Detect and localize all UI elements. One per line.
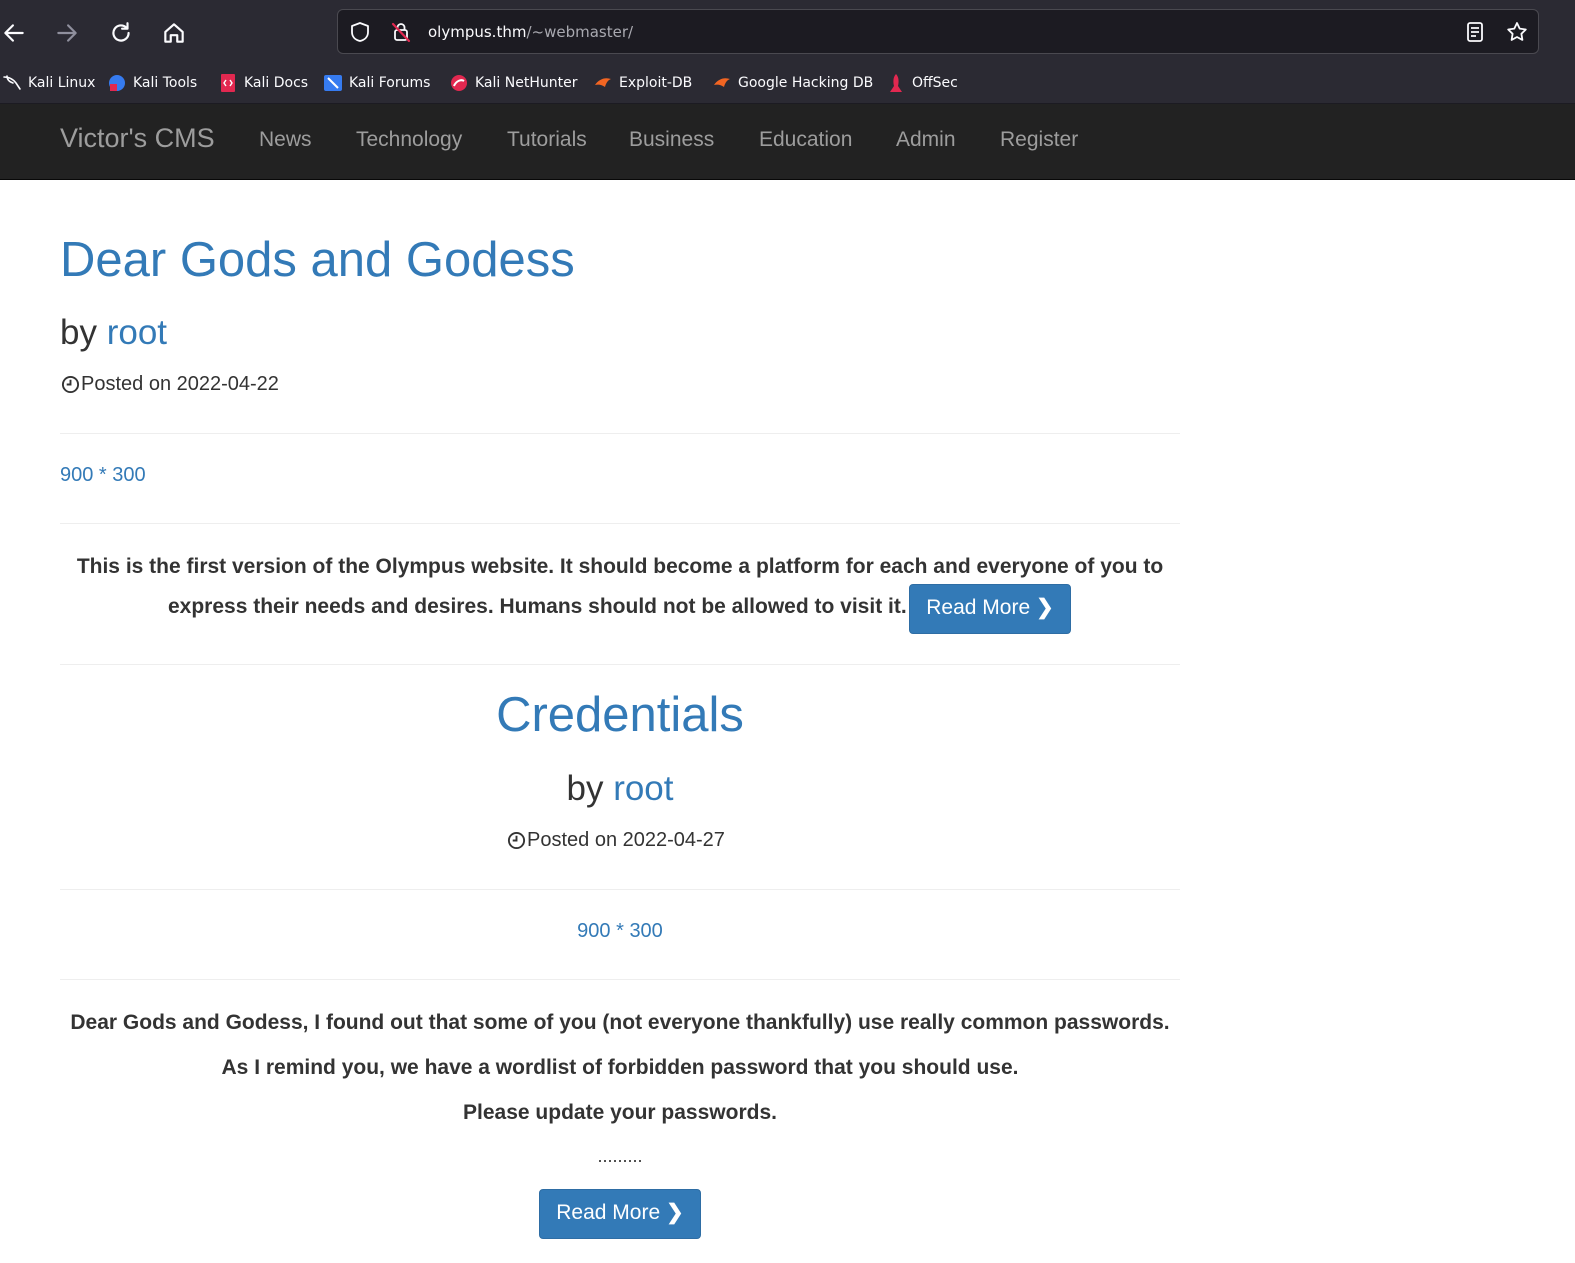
post-excerpt-line: express their needs and desires. Humans … xyxy=(168,595,907,618)
read-more-label: Read More xyxy=(926,596,1031,619)
reader-view-icon[interactable] xyxy=(1462,19,1488,45)
bookmark-kali-nethunter[interactable]: Kali NetHunter xyxy=(449,72,577,94)
forward-button[interactable] xyxy=(47,13,87,53)
kali-dragon-icon xyxy=(2,73,22,93)
by-label: by xyxy=(566,769,604,808)
reload-icon xyxy=(112,22,130,42)
post-title[interactable]: Dear Gods and Godess xyxy=(60,232,575,288)
bookmark-kali-linux[interactable]: Kali Linux xyxy=(2,72,95,94)
post-excerpt-line: As I remind you, we have a wordlist of f… xyxy=(221,1056,1019,1079)
divider xyxy=(60,889,1180,890)
url-path: /~webmaster/ xyxy=(526,23,634,41)
by-label: by xyxy=(60,313,97,352)
post-title[interactable]: Credentials xyxy=(60,687,1180,743)
post-date-text: Posted on 2022-04-27 xyxy=(527,829,725,851)
kali-forums-icon xyxy=(323,73,343,93)
bookmark-label: OffSec xyxy=(912,75,958,91)
home-icon xyxy=(164,23,184,43)
bookmark-offsec[interactable]: OffSec xyxy=(886,72,958,94)
nav-register[interactable]: Register xyxy=(1000,128,1078,152)
post-byline: by root xyxy=(60,313,167,353)
back-button[interactable] xyxy=(0,13,34,53)
bookmark-google-hacking-db[interactable]: Google Hacking DB xyxy=(712,72,873,94)
ghdb-icon xyxy=(712,73,732,93)
bookmarks-toolbar: Kali Linux Kali Tools Kali Docs Kali For… xyxy=(0,63,1575,104)
post-date: Posted on 2022-04-22 xyxy=(60,373,279,396)
post-image-placeholder: 900 * 300 xyxy=(577,920,663,942)
bookmark-label: Google Hacking DB xyxy=(738,75,874,91)
home-button[interactable] xyxy=(154,13,194,53)
forward-arrow-icon xyxy=(57,24,77,42)
bookmark-kali-forums[interactable]: Kali Forums xyxy=(323,72,430,94)
site-navbar: Victor's CMS News Technology Tutorials B… xyxy=(0,104,1575,180)
chevron-right-icon: ❯ xyxy=(666,1201,684,1224)
post-image-placeholder: 900 * 300 xyxy=(60,464,146,486)
post-excerpt-ellipsis: ......... xyxy=(597,1146,643,1166)
reload-button[interactable] xyxy=(101,13,141,53)
site-brand[interactable]: Victor's CMS xyxy=(60,123,215,154)
offsec-icon xyxy=(886,73,906,93)
bookmark-label: Kali Forums xyxy=(349,75,431,91)
post-date: Posted on 2022-04-27 xyxy=(506,829,725,852)
post-author-link[interactable]: root xyxy=(613,769,673,808)
bookmark-label: Kali Docs xyxy=(244,75,309,91)
bookmark-kali-docs[interactable]: Kali Docs xyxy=(218,72,308,94)
bookmark-kali-tools[interactable]: Kali Tools xyxy=(107,72,197,94)
post-excerpt-line: Dear Gods and Godess, I found out that s… xyxy=(70,1011,1170,1034)
bookmark-exploit-db[interactable]: Exploit-DB xyxy=(593,72,692,94)
nav-technology[interactable]: Technology xyxy=(356,128,462,152)
bookmark-label: Kali NetHunter xyxy=(475,75,578,91)
read-more-button[interactable]: Read More ❯ xyxy=(909,584,1071,634)
post-byline: by root xyxy=(60,769,1180,809)
kali-nethunter-icon xyxy=(449,73,469,93)
exploit-db-icon xyxy=(593,73,613,93)
nav-admin[interactable]: Admin xyxy=(896,128,956,152)
insecure-lock-icon[interactable] xyxy=(388,19,414,45)
nav-business[interactable]: Business xyxy=(629,128,714,152)
post-excerpt-line: Please update your passwords. xyxy=(463,1101,777,1124)
nav-tutorials[interactable]: Tutorials xyxy=(507,128,587,152)
nav-news[interactable]: News xyxy=(259,128,312,152)
divider xyxy=(60,664,1180,665)
post-date-text: Posted on 2022-04-22 xyxy=(81,373,279,395)
chevron-right-icon: ❯ xyxy=(1036,596,1054,619)
clock-icon xyxy=(60,375,80,395)
bookmark-label: Exploit-DB xyxy=(619,75,693,91)
read-more-button[interactable]: Read More ❯ xyxy=(539,1189,701,1239)
post-excerpt-line: This is the first version of the Olympus… xyxy=(76,555,1164,578)
divider xyxy=(60,979,1180,980)
tracking-protection-shield-icon[interactable] xyxy=(347,19,373,45)
divider xyxy=(60,523,1180,524)
kali-docs-icon xyxy=(218,73,238,93)
url-host: olympus.thm xyxy=(428,23,527,41)
nav-education[interactable]: Education xyxy=(759,128,852,152)
url-bar[interactable]: olympus.thm/~webmaster/ xyxy=(337,9,1539,54)
read-more-label: Read More xyxy=(556,1201,661,1224)
bookmark-label: Kali Linux xyxy=(28,75,96,91)
url-text[interactable]: olympus.thm/~webmaster/ xyxy=(428,23,633,41)
kali-tools-icon xyxy=(107,73,127,93)
post-author-link[interactable]: root xyxy=(107,313,167,352)
browser-toolbar: olympus.thm/~webmaster/ xyxy=(0,0,1575,63)
back-arrow-icon xyxy=(4,24,24,42)
bookmark-label: Kali Tools xyxy=(133,75,198,91)
bookmark-star-icon[interactable] xyxy=(1504,19,1530,45)
divider xyxy=(60,433,1180,434)
clock-icon xyxy=(506,831,526,851)
